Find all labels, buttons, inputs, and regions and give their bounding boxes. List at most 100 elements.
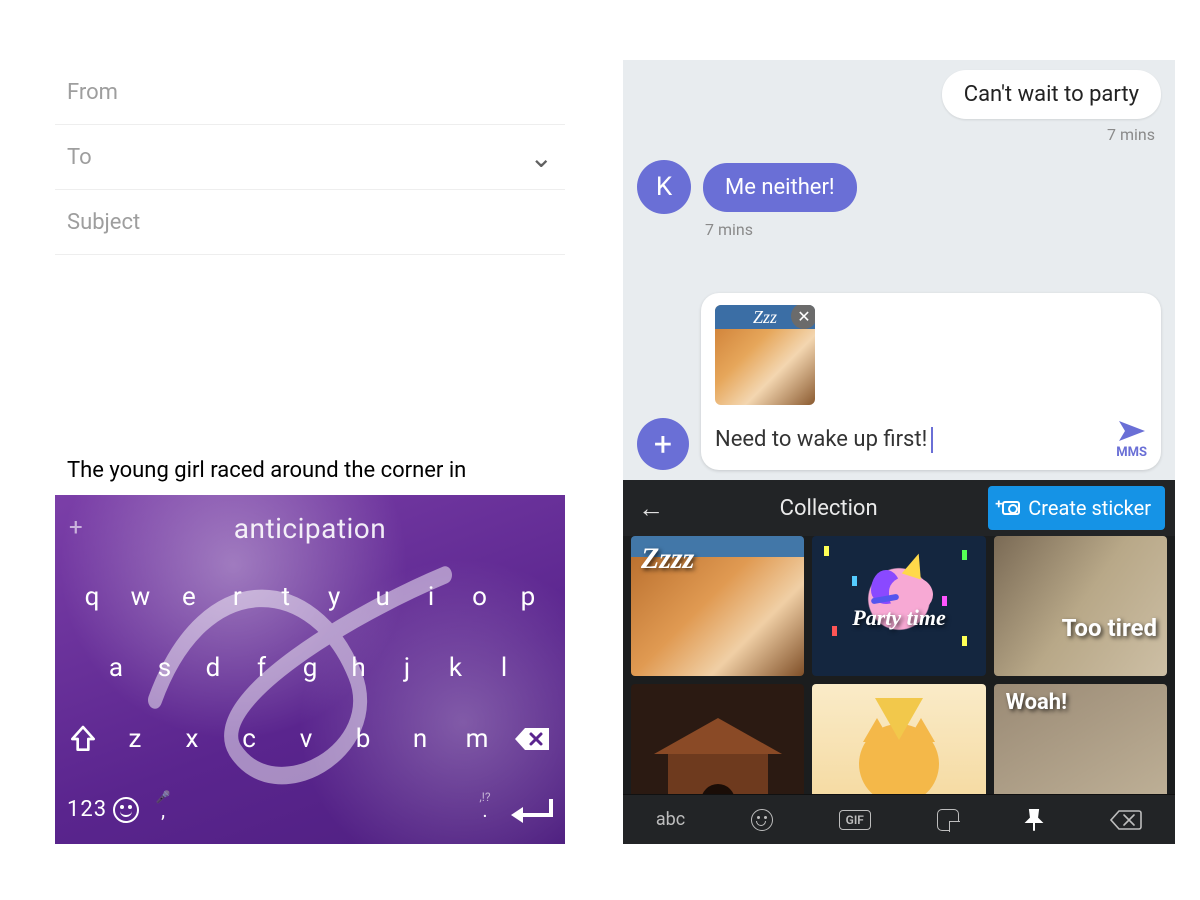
- tab-abc[interactable]: abc: [656, 809, 685, 830]
- attached-sticker[interactable]: Zzz ✕: [715, 305, 815, 405]
- sticker-caption: Zzzz: [641, 542, 694, 576]
- to-field[interactable]: To ⌄: [55, 125, 565, 190]
- key-n[interactable]: n: [399, 724, 441, 754]
- send-icon: [1117, 419, 1147, 443]
- key-v[interactable]: v: [285, 724, 327, 754]
- numeric-key-label: 123: [67, 797, 107, 822]
- keyboard-category-tabs: abc GIF: [623, 794, 1175, 844]
- sticker-panel: ← Collection Create sticker Zzzz: [623, 480, 1175, 844]
- key-m[interactable]: m: [456, 724, 498, 754]
- key-h[interactable]: h: [338, 653, 380, 683]
- composer-text: Need to wake up first!: [715, 427, 927, 452]
- key-row-3: z x c v b n m: [55, 703, 565, 774]
- tab-emoji[interactable]: [751, 809, 773, 831]
- sticker-panel-toolbar: ← Collection Create sticker: [623, 480, 1175, 536]
- enter-key[interactable]: [509, 795, 553, 825]
- key-c[interactable]: c: [228, 724, 270, 754]
- key-r[interactable]: r: [216, 582, 258, 612]
- chat-thread[interactable]: Can't wait to party 7 mins K Me neither!…: [623, 60, 1175, 480]
- key-q[interactable]: q: [71, 582, 113, 612]
- sticker-tile-lunch[interactable]: Lunch?: [812, 684, 985, 794]
- send-button[interactable]: MMS: [1116, 419, 1147, 460]
- tab-gif[interactable]: GIF: [839, 810, 871, 830]
- create-sticker-button[interactable]: Create sticker: [988, 486, 1165, 530]
- panel-title: Collection: [679, 496, 978, 521]
- incoming-timestamp: 7 mins: [705, 220, 1161, 239]
- to-label: To: [67, 145, 92, 170]
- key-l[interactable]: l: [483, 653, 525, 683]
- key-p[interactable]: p: [507, 582, 549, 612]
- numeric-key[interactable]: 123: [67, 797, 139, 823]
- key-x[interactable]: x: [171, 724, 213, 754]
- key-row-4: 123 🎤 , ,!? .: [55, 774, 565, 844]
- key-s[interactable]: s: [144, 653, 186, 683]
- attached-sticker-caption: Zzz: [753, 307, 777, 328]
- sticker-tile-too-tired[interactable]: Too tired: [994, 536, 1167, 676]
- cat-pizza-icon: [859, 724, 939, 794]
- toolbar-expand-icon[interactable]: +: [69, 513, 83, 541]
- key-t[interactable]: t: [265, 582, 307, 612]
- pin-icon: [1024, 808, 1044, 832]
- key-i[interactable]: i: [410, 582, 452, 612]
- tab-sticker[interactable]: [937, 809, 959, 831]
- comma-key[interactable]: 🎤 ,: [139, 798, 187, 822]
- backspace-key[interactable]: [513, 724, 553, 754]
- text-cursor: [931, 427, 933, 453]
- camera-plus-icon: [1002, 501, 1020, 515]
- key-u[interactable]: u: [362, 582, 404, 612]
- key-w[interactable]: w: [119, 582, 161, 612]
- key-o[interactable]: o: [459, 582, 501, 612]
- sticker-caption: Woah!: [1006, 690, 1067, 715]
- tab-pinned[interactable]: [1024, 808, 1044, 832]
- create-sticker-label: Create sticker: [1028, 496, 1151, 520]
- sticker-tile-party-time[interactable]: Party time: [812, 536, 985, 676]
- key-d[interactable]: d: [192, 653, 234, 683]
- incoming-message[interactable]: Me neither!: [703, 163, 857, 212]
- backspace-tab-icon: [1110, 809, 1142, 831]
- key-y[interactable]: y: [313, 582, 355, 612]
- send-label: MMS: [1116, 445, 1147, 460]
- gif-tab-icon: GIF: [839, 810, 871, 830]
- key-row-2: a s d f g h j k l: [55, 632, 565, 703]
- subject-label: Subject: [67, 210, 140, 235]
- emoji-key-icon: [113, 797, 139, 823]
- key-e[interactable]: e: [168, 582, 210, 612]
- key-j[interactable]: j: [386, 653, 428, 683]
- compose-body-text: The young girl raced around the corner i…: [67, 458, 553, 483]
- subject-field[interactable]: Subject: [55, 190, 565, 255]
- shift-key[interactable]: [67, 723, 99, 755]
- period-key[interactable]: ,!? .: [461, 798, 509, 822]
- sticker-caption: Party time: [812, 606, 985, 630]
- tab-backspace[interactable]: [1110, 809, 1142, 831]
- sticker-grid[interactable]: Zzzz Party time Too tired: [623, 536, 1175, 794]
- messaging-screen: Can't wait to party 7 mins K Me neither!…: [623, 60, 1175, 844]
- key-k[interactable]: k: [435, 653, 477, 683]
- key-b[interactable]: b: [342, 724, 384, 754]
- from-field[interactable]: From: [55, 60, 565, 125]
- emoji-tab-icon: [751, 809, 773, 831]
- sticker-tab-icon: [937, 809, 959, 831]
- compose-body[interactable]: The young girl raced around the corner i…: [55, 255, 565, 495]
- from-label: From: [67, 80, 118, 105]
- onscreen-keyboard[interactable]: + anticipation q w e r t y u i o p: [55, 495, 565, 844]
- sticker-tile-doghouse[interactable]: [631, 684, 804, 794]
- email-compose-screen: From To ⌄ Subject The young girl raced a…: [55, 60, 565, 844]
- message-composer[interactable]: Zzz ✕ Need to wake up first! MMS: [701, 293, 1161, 470]
- key-z[interactable]: z: [114, 724, 156, 754]
- key-a[interactable]: a: [95, 653, 137, 683]
- sticker-tile-woah[interactable]: Woah!: [994, 684, 1167, 794]
- outgoing-message[interactable]: Can't wait to party: [942, 70, 1161, 119]
- outgoing-timestamp: 7 mins: [1107, 125, 1155, 144]
- key-g[interactable]: g: [289, 653, 331, 683]
- prediction-candidate[interactable]: anticipation: [234, 512, 386, 545]
- sticker-caption: Too tired: [1062, 614, 1157, 642]
- contact-avatar[interactable]: K: [637, 160, 691, 214]
- sticker-tile-zzzz[interactable]: Zzzz: [631, 536, 804, 676]
- key-f[interactable]: f: [241, 653, 283, 683]
- remove-attachment-icon[interactable]: ✕: [791, 305, 815, 329]
- doghouse-icon: [654, 718, 782, 754]
- back-icon[interactable]: ←: [633, 493, 669, 524]
- chevron-down-icon[interactable]: ⌄: [530, 141, 553, 174]
- add-attachment-button[interactable]: +: [637, 418, 689, 470]
- key-row-1: q w e r t y u i o p: [55, 561, 565, 632]
